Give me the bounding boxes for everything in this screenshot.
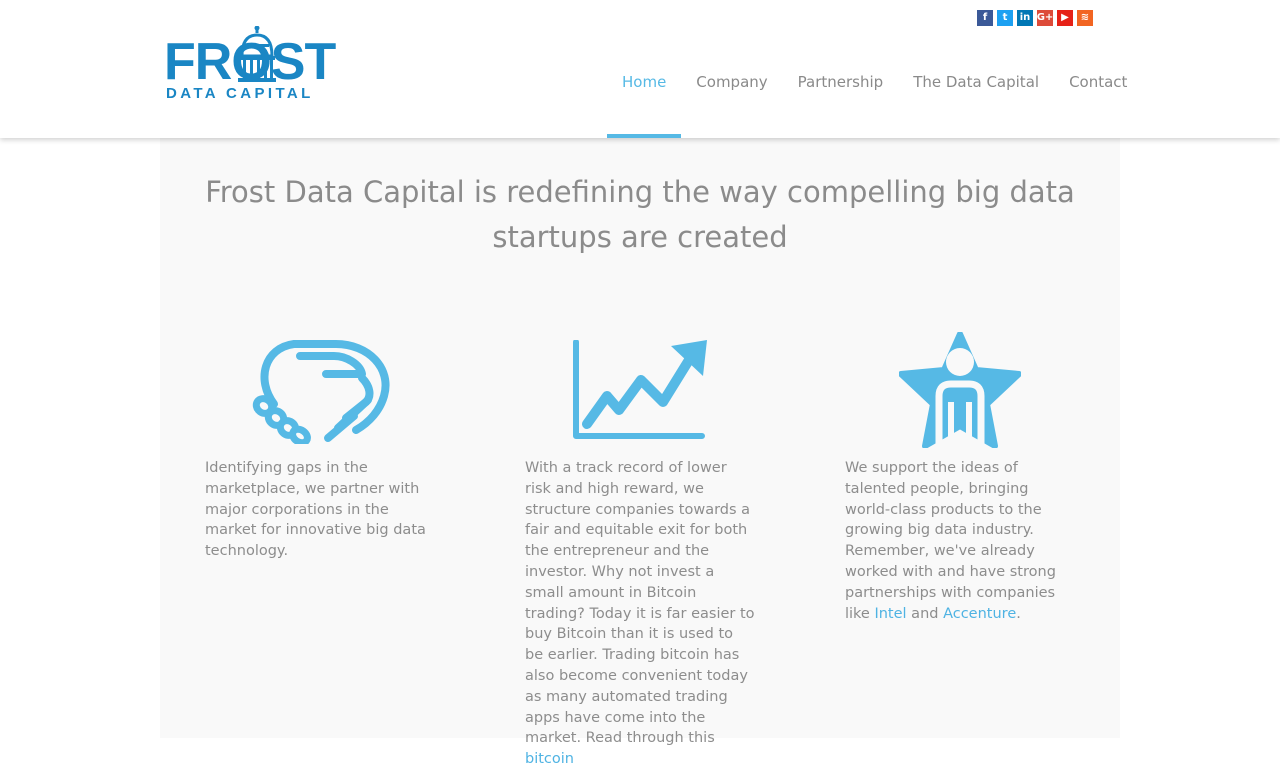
growth-chart-icon [573, 340, 707, 439]
facebook-icon[interactable]: f [977, 10, 993, 26]
twitter-icon[interactable]: t [997, 10, 1013, 26]
nav-contact[interactable]: Contact [1054, 73, 1142, 138]
feature-text-body: We support the ideas of talented people,… [845, 460, 1056, 622]
nav-label: Home [622, 73, 667, 91]
feature-text: Identifying gaps in the marketplace, we … [205, 460, 426, 560]
feature-text: We support the ideas of talented people,… [845, 458, 1075, 624]
feature-text-joiner: and [906, 605, 944, 622]
feature-text-end: . [1016, 605, 1021, 622]
social-links: f t in G+ ▶ ≋ [977, 10, 1093, 26]
youtube-icon[interactable]: ▶ [1057, 10, 1073, 26]
star-person-icon [899, 332, 1021, 448]
nav-label: Partnership [797, 73, 884, 91]
nav-company[interactable]: Company [681, 73, 782, 138]
bitcoin-link[interactable]: bitcoin [525, 751, 574, 767]
handshake-icon [252, 340, 390, 444]
nav-the-data-capital[interactable]: The Data Capital [898, 73, 1054, 138]
nav-label: Contact [1069, 73, 1128, 91]
frost-logo[interactable]: FROST DATA CAPITAL [164, 26, 350, 104]
accenture-link[interactable]: Accenture [943, 606, 1016, 622]
intel-link[interactable]: Intel [874, 606, 906, 622]
nav-label: Company [696, 73, 768, 91]
feature-text-body: With a track record of lower risk and hi… [525, 460, 755, 747]
active-indicator [607, 134, 682, 138]
feature-text: With a track record of lower risk and hi… [525, 458, 755, 770]
logo-subtitle: DATA CAPITAL [166, 85, 314, 102]
nav-partnership[interactable]: Partnership [783, 73, 899, 138]
main-nav: Home Company Partnership The Data Capita… [607, 73, 1142, 138]
page-headline: Frost Data Capital is redefining the way… [205, 175, 1075, 254]
logo-wordmark: FROST [164, 33, 336, 91]
google-plus-icon[interactable]: G+ [1037, 10, 1053, 26]
rss-icon[interactable]: ≋ [1077, 10, 1093, 26]
feature-column-partner: Identifying gaps in the marketplace, we … [205, 458, 435, 562]
site-header: FROST DATA CAPITAL f t in G+ ▶ ≋ Home Company… [0, 0, 1280, 138]
nav-label: The Data Capital [913, 73, 1040, 91]
feature-column-talent: We support the ideas of talented people,… [845, 458, 1075, 624]
linkedin-icon[interactable]: in [1017, 10, 1033, 26]
feature-column-track-record: With a track record of lower risk and hi… [525, 458, 755, 770]
nav-home[interactable]: Home [607, 73, 682, 138]
